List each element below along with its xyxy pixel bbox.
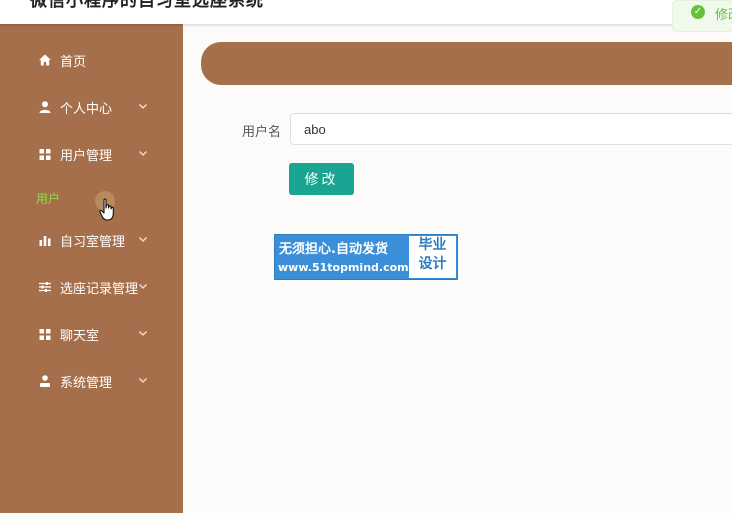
person-icon [40,375,50,387]
sidebar-item-label: 聊天室 [60,329,100,344]
bar-chart-icon [39,236,51,246]
success-check-icon: ✓ [691,5,705,19]
sidebar-subitem-user[interactable]: 用户 [0,185,183,211]
username-input[interactable] [290,113,732,145]
sliders-icon [39,282,51,292]
watermark-tag: 毕业 设计 [409,236,456,278]
sidebar-item-label: 自习室管理 [60,235,126,250]
sidebar-item-label: 选座记录管理 [60,282,139,297]
sidebar-item-label: 首页 [60,55,87,70]
watermark-tag-line2: 设计 [418,256,447,272]
toast-message: 修改成功 [715,8,732,23]
home-icon [39,54,51,66]
chevron-down-icon [139,151,147,156]
watermark-slogan: 无须担心.自动发货 [279,242,388,257]
submit-button[interactable]: 修改 [289,163,354,195]
chevron-down-icon [139,378,147,383]
sidebar-item-label: 个人中心 [60,102,113,117]
sidebar-item-label: 用户管理 [60,149,113,164]
hand-cursor-icon [99,198,114,221]
sidebar-item-profile[interactable]: 个人中心 [0,87,183,127]
sidebar-item-study-room-management[interactable]: 自习室管理 [0,220,183,260]
grid-icon [39,149,51,160]
sidebar-subitem-label: 用户 [36,192,61,206]
username-label: 用户名 [242,125,282,140]
sidebar-item-user-management[interactable]: 用户管理 [0,134,183,174]
sidebar-item-chat-room[interactable]: 聊天室 [0,314,183,354]
header-banner [201,42,732,85]
chevron-down-icon [139,284,147,289]
watermark-url: www.51topmind.com [278,261,409,274]
sidebar-item-label: 系统管理 [60,376,113,391]
watermark-tag-line1: 毕业 [418,237,447,253]
top-bar: 微信小程序的自习室选座系统 [0,0,732,24]
app-title: 微信小程序的自习室选座系统 [30,0,264,11]
success-toast: ✓ 修改成功 [672,0,732,32]
main-content: 用户名 修改 无须担心.自动发货 www.51topmind.com 毕业 设计 [183,24,732,513]
sidebar: 首页 个人中心 用户管理 用户 自习室管理 选座记录管理 聊天室 系统管理 [0,24,183,513]
grid-icon [39,329,51,340]
sidebar-item-home[interactable]: 首页 [0,40,183,80]
chevron-down-icon [139,331,147,336]
watermark-badge: 无须担心.自动发货 www.51topmind.com 毕业 设计 [274,234,458,280]
chevron-down-icon [139,104,147,109]
user-icon [39,101,51,113]
chevron-down-icon [139,237,147,242]
sidebar-item-system-management[interactable]: 系统管理 [0,361,183,401]
sidebar-item-seat-record-management[interactable]: 选座记录管理 [0,267,183,307]
